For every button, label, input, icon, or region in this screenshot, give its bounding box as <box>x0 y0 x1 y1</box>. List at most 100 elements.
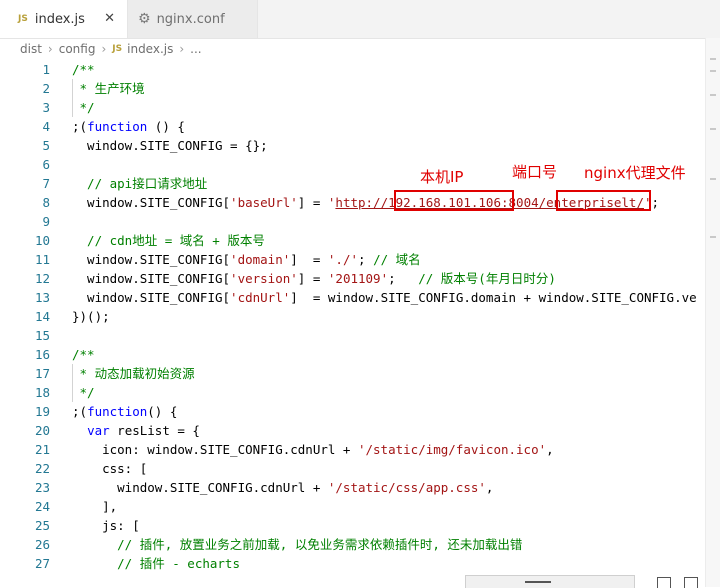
code-line[interactable]: var resList = { <box>72 421 706 440</box>
code-line[interactable]: window.SITE_CONFIG = {}; <box>72 136 706 155</box>
annotation-local-ip: 本机IP <box>420 168 464 186</box>
code-line[interactable] <box>72 212 706 231</box>
line-number: 21 <box>34 442 50 457</box>
code-line[interactable]: */ <box>72 383 706 402</box>
layout-icon[interactable] <box>657 577 671 588</box>
code-area[interactable]: /** * 生产环境 */ ;(function () { window.SITE… <box>72 60 706 570</box>
code-token: window.SITE_CONFIG[ <box>72 290 231 305</box>
code-token: })(); <box>72 309 110 324</box>
line-number: 11 <box>34 252 50 267</box>
tab-label: index.js <box>34 11 85 27</box>
code-token: ] = <box>290 252 328 267</box>
code-line[interactable]: // 插件 - echarts <box>72 554 706 570</box>
code-line[interactable]: ;(function() { <box>72 402 706 421</box>
indent-guide <box>72 79 73 117</box>
code-line[interactable]: */ <box>72 98 706 117</box>
code-token: ] = <box>297 195 328 210</box>
line-number: 7 <box>42 176 50 191</box>
code-token: '201109' <box>327 271 389 286</box>
code-token: , <box>485 480 494 495</box>
code-line[interactable]: // cdn地址 = 域名 + 版本号 <box>72 231 706 250</box>
code-token: () { <box>147 119 185 134</box>
line-number: 1 <box>42 62 50 77</box>
vertical-scrollbar[interactable] <box>705 38 720 587</box>
code-line[interactable]: css: [ <box>72 459 706 478</box>
line-number: 24 <box>34 499 50 514</box>
code-token: ;( <box>72 119 88 134</box>
code-token: window.SITE_CONFIG = {}; <box>72 138 268 153</box>
breadcrumb-more[interactable]: ... <box>190 42 201 56</box>
line-number: 5 <box>42 138 50 153</box>
code-token: */ <box>72 100 95 115</box>
code-token: window.SITE_CONFIG[ <box>72 195 231 210</box>
minimap-mark <box>710 94 716 96</box>
code-token: 'version' <box>230 271 298 286</box>
code-token: () { <box>147 404 178 419</box>
code-token: , <box>546 442 554 457</box>
code-line[interactable]: window.SITE_CONFIG['version'] = '201109'… <box>72 269 706 288</box>
code-line[interactable]: })(); <box>72 307 706 326</box>
code-token: icon: window.SITE_CONFIG.cdnUrl + <box>72 442 358 457</box>
tab-index-js[interactable]: JS index.js ✕ <box>0 0 128 38</box>
line-number: 27 <box>34 556 50 570</box>
code-line[interactable]: window.SITE_CONFIG.cdnUrl + '/static/css… <box>72 478 706 497</box>
code-token: '/static/css/app.css' <box>327 480 486 495</box>
code-line[interactable]: window.SITE_CONFIG['cdnUrl'] = window.SI… <box>72 288 706 307</box>
code-token: // 插件, 放置业务之前加载, 以免业务需求依赖插件时, 还未加载出错 <box>72 537 523 552</box>
minimap-mark <box>710 58 716 60</box>
line-number: 18 <box>34 385 50 400</box>
breadcrumb-item-dist[interactable]: dist <box>20 42 42 56</box>
code-token: ] = <box>297 271 328 286</box>
code-token: // 域名 <box>373 252 421 267</box>
breadcrumb: dist › config › JS index.js › ... <box>0 38 720 60</box>
breadcrumb-item-config[interactable]: config <box>59 42 96 56</box>
horizontal-scrollbar-thumb[interactable] <box>525 581 551 583</box>
breadcrumb-item-file[interactable]: index.js <box>127 42 173 56</box>
tab-bar: JS index.js ✕ ⚙ nginx.conf <box>0 0 720 39</box>
code-token: 'baseUrl' <box>230 195 298 210</box>
code-line[interactable]: * 动态加载初始资源 <box>72 364 706 383</box>
code-token: css: [ <box>72 461 148 476</box>
code-token: ], <box>72 499 118 514</box>
code-line[interactable]: /** <box>72 60 706 79</box>
chevron-right-icon: › <box>47 42 53 56</box>
minimap-mark <box>710 236 716 238</box>
code-token: window.SITE_CONFIG.cdnUrl + <box>72 480 328 495</box>
code-line[interactable]: // 插件, 放置业务之前加载, 以免业务需求依赖插件时, 还未加载出错 <box>72 535 706 554</box>
minimap-mark <box>710 70 716 72</box>
tab-nginx-conf[interactable]: ⚙ nginx.conf <box>128 0 258 38</box>
code-token: var <box>87 423 110 438</box>
code-token: './' <box>327 252 359 267</box>
code-token: // 插件 - echarts <box>72 556 240 570</box>
close-icon[interactable]: ✕ <box>104 11 115 26</box>
code-token: * 生产环境 <box>72 81 145 96</box>
line-number: 25 <box>34 518 50 533</box>
code-token: // 版本号(年月日时分) <box>418 271 556 286</box>
code-line[interactable]: /** <box>72 345 706 364</box>
annotation-port: 端口号 <box>512 163 558 181</box>
code-line[interactable]: ], <box>72 497 706 516</box>
line-number: 22 <box>34 461 50 476</box>
code-line[interactable]: window.SITE_CONFIG['domain'] = './'; // … <box>72 250 706 269</box>
highlight-ip-box <box>394 190 514 211</box>
panel-icon[interactable] <box>684 577 698 588</box>
line-number: 4 <box>42 119 50 134</box>
line-number: 10 <box>34 233 50 248</box>
code-token: function <box>87 119 148 134</box>
line-number: 14 <box>34 309 50 324</box>
code-editor[interactable]: 1 2 3 4 5 6 7 8 9 10 11 12 13 14 15 16 17 18 19 20 21 22 23 24 2… <box>0 60 706 570</box>
code-line[interactable] <box>72 326 706 345</box>
javascript-file-icon: JS <box>18 14 28 24</box>
line-number: 16 <box>34 347 50 362</box>
code-token: 'cdnUrl' <box>230 290 291 305</box>
tab-label: nginx.conf <box>156 11 225 27</box>
code-line[interactable]: icon: window.SITE_CONFIG.cdnUrl + '/stat… <box>72 440 706 459</box>
annotation-nginx-proxy: nginx代理文件 <box>584 164 686 182</box>
code-token: * 动态加载初始资源 <box>72 366 195 381</box>
code-line[interactable]: * 生产环境 <box>72 79 706 98</box>
code-line[interactable]: js: [ <box>72 516 706 535</box>
code-line[interactable]: ;(function () { <box>72 117 706 136</box>
line-number: 19 <box>34 404 50 419</box>
line-number: 2 <box>42 81 50 96</box>
code-token: window.SITE_CONFIG[ <box>72 271 231 286</box>
